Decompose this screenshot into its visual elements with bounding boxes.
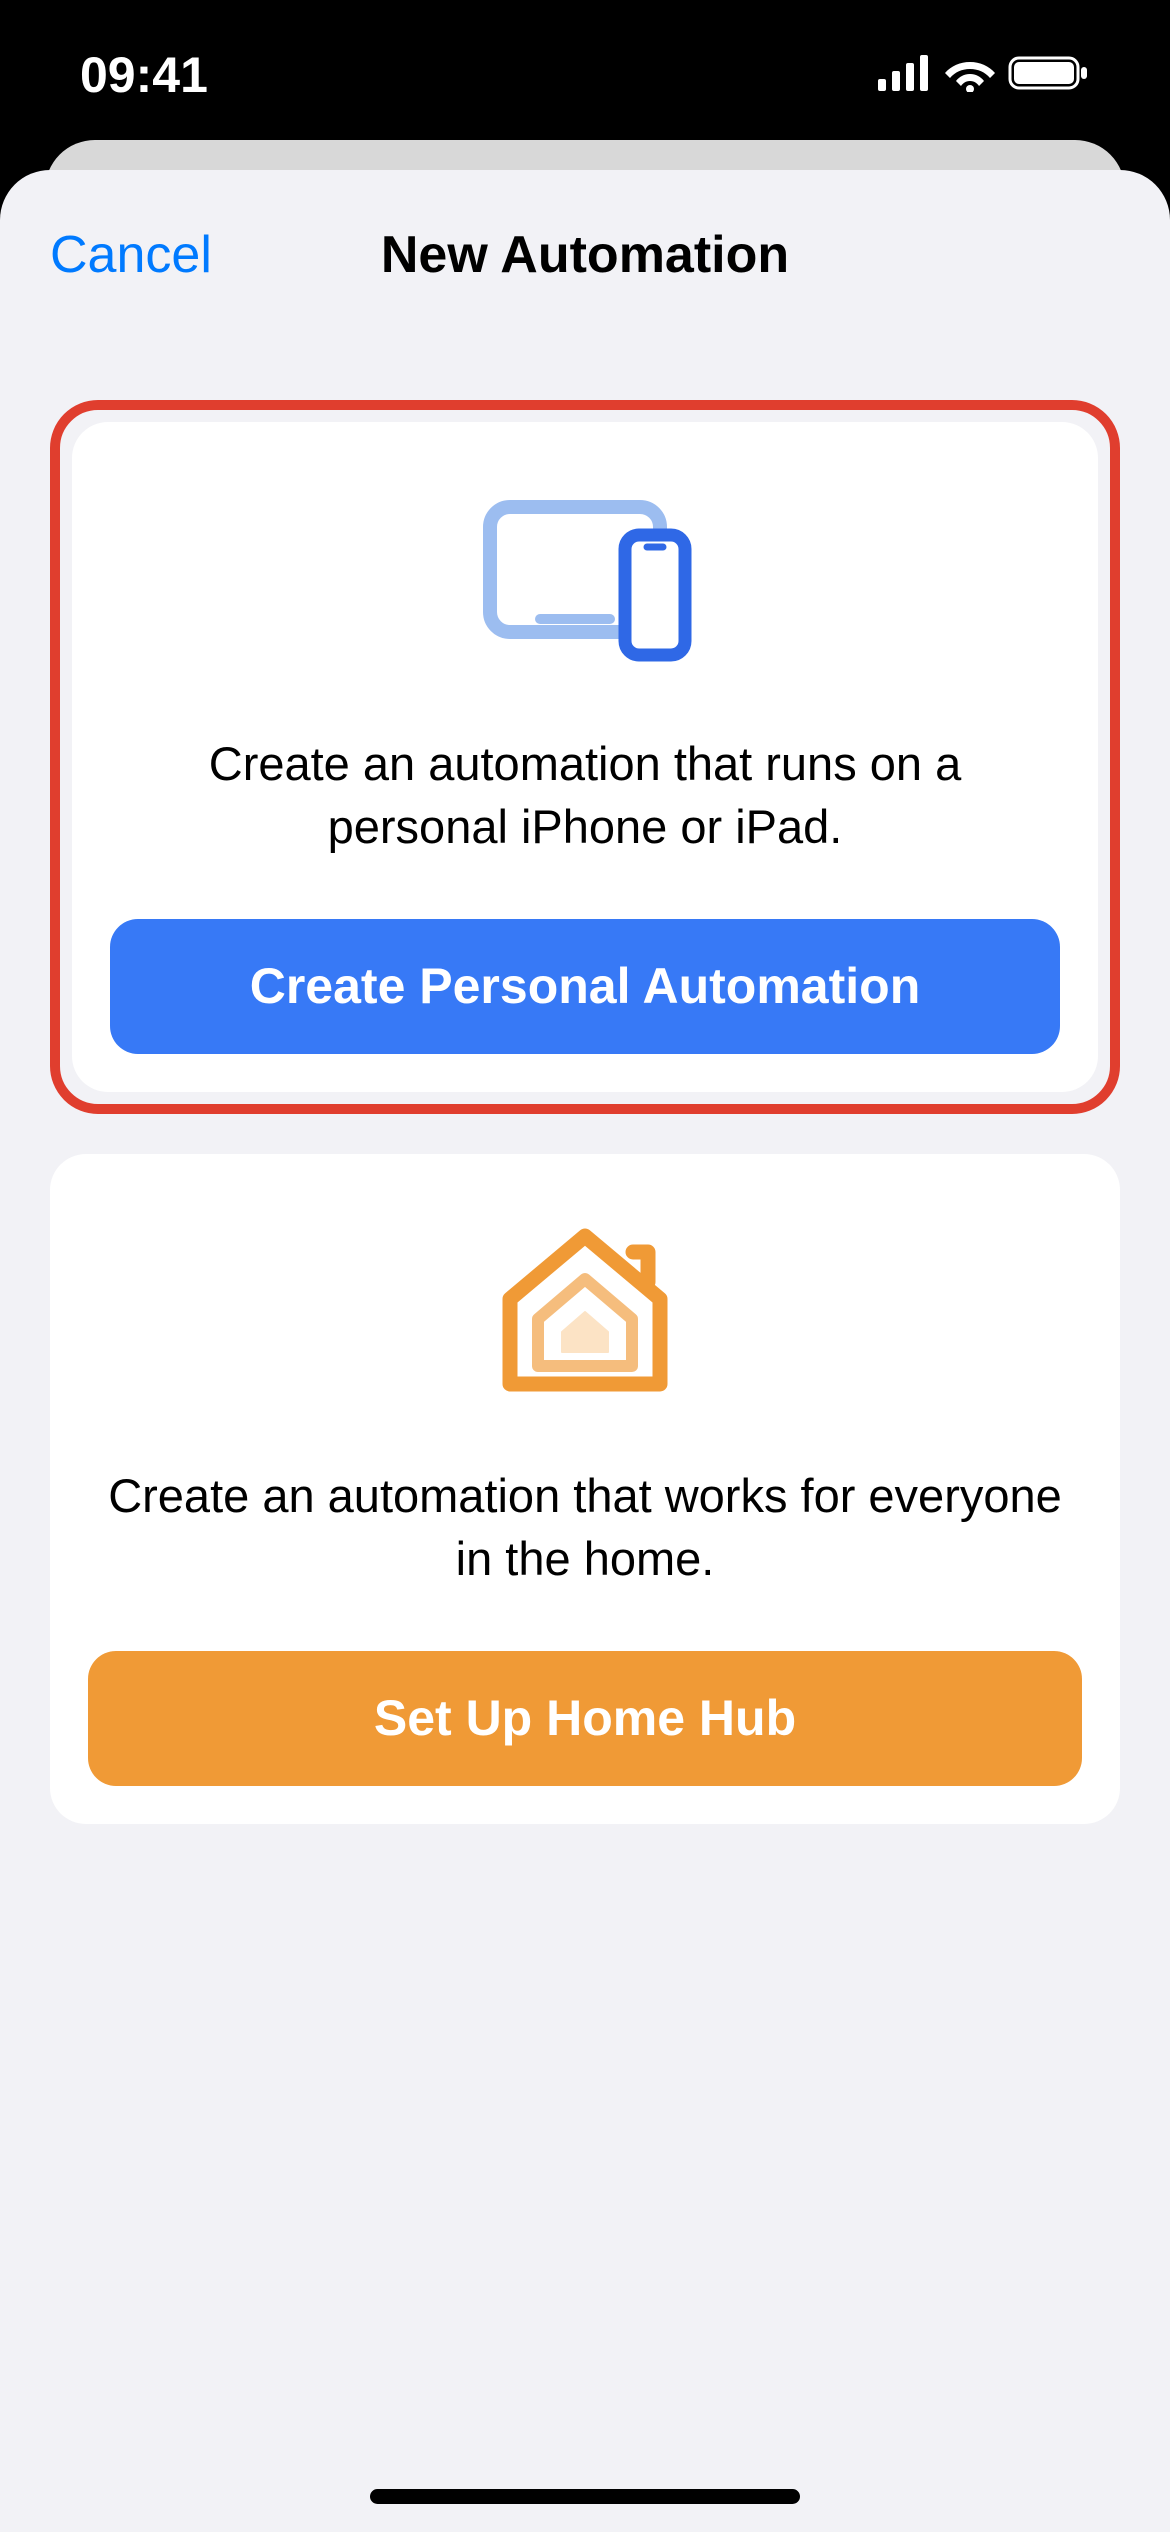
home-automation-card-wrapper: Create an automation that works for ever… [50, 1154, 1120, 1824]
devices-icon [470, 482, 700, 682]
sheet-header: Cancel New Automation [50, 210, 1120, 300]
set-up-home-hub-button[interactable]: Set Up Home Hub [88, 1651, 1082, 1786]
status-icons [878, 54, 1090, 97]
create-personal-automation-button[interactable]: Create Personal Automation [110, 919, 1060, 1054]
wifi-icon [944, 54, 996, 97]
battery-icon [1008, 54, 1090, 97]
personal-automation-description: Create an automation that runs on a pers… [110, 732, 1060, 859]
sheet-title: New Automation [381, 225, 789, 285]
home-automation-card[interactable]: Create an automation that works for ever… [50, 1154, 1120, 1824]
status-bar: 09:41 [0, 0, 1170, 150]
personal-automation-card[interactable]: Create an automation that runs on a pers… [72, 422, 1098, 1092]
new-automation-sheet: Cancel New Automation Create an automati… [0, 170, 1170, 2532]
home-icon [490, 1214, 680, 1414]
home-indicator[interactable] [370, 2489, 800, 2504]
personal-automation-highlight: Create an automation that runs on a pers… [50, 400, 1120, 1114]
status-time: 09:41 [80, 46, 208, 104]
cancel-button[interactable]: Cancel [50, 225, 212, 285]
home-automation-description: Create an automation that works for ever… [88, 1464, 1082, 1591]
cellular-signal-icon [878, 55, 932, 96]
